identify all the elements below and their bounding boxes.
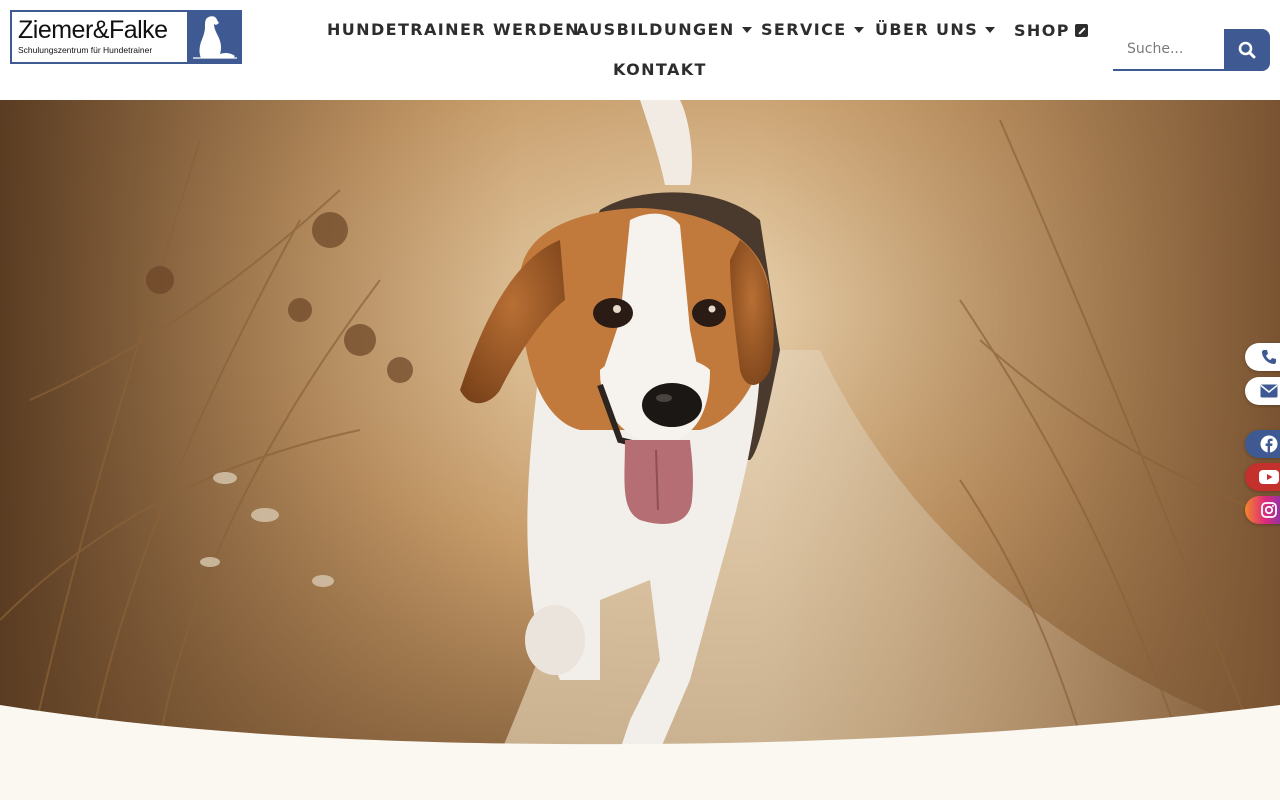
nav-label: Ausbildungen	[576, 20, 735, 39]
nav-label: Service	[761, 20, 847, 39]
logo-text: Ziemer&Falke Schulungszentrum für Hundet…	[12, 12, 187, 62]
nav-label: Hundetrainer werden	[327, 20, 580, 39]
nav-label: Kontakt	[613, 60, 707, 79]
side-youtube-button[interactable]	[1245, 463, 1280, 491]
external-link-icon	[1074, 24, 1088, 37]
nav-hundetrainer-werden[interactable]: Hundetrainer werden	[327, 20, 580, 39]
beagle-photo	[0, 100, 1280, 800]
instagram-icon	[1261, 502, 1277, 518]
nav-kontakt[interactable]: Kontakt	[613, 60, 707, 79]
logo-name: Ziemer&Falke	[18, 16, 168, 44]
nav-service[interactable]: Service	[761, 20, 864, 39]
side-phone-button[interactable]	[1245, 343, 1280, 371]
search-button[interactable]	[1224, 29, 1270, 71]
search-input[interactable]	[1113, 29, 1224, 71]
nav-ueber-uns[interactable]: Über uns	[875, 20, 996, 39]
logo-tagline: Schulungszentrum für Hundetrainer	[18, 45, 153, 55]
search-icon	[1238, 41, 1256, 59]
youtube-icon	[1259, 470, 1279, 484]
search-form	[1113, 29, 1270, 71]
side-email-button[interactable]	[1245, 377, 1280, 405]
nav-label: Shop	[1014, 21, 1070, 40]
nav-label: Über uns	[875, 20, 979, 39]
facebook-icon	[1260, 435, 1278, 453]
envelope-icon	[1260, 384, 1278, 398]
caret-down-icon	[985, 26, 996, 33]
hero-image	[0, 100, 1280, 800]
dog-logo-icon	[187, 12, 240, 62]
side-facebook-button[interactable]	[1245, 430, 1280, 458]
caret-down-icon	[741, 26, 752, 33]
caret-down-icon	[853, 26, 864, 33]
logo[interactable]: Ziemer&Falke Schulungszentrum für Hundet…	[10, 10, 242, 64]
site-header: Ziemer&Falke Schulungszentrum für Hundet…	[0, 0, 1280, 100]
nav-ausbildungen[interactable]: Ausbildungen	[576, 20, 752, 39]
side-instagram-button[interactable]	[1245, 496, 1280, 524]
phone-icon	[1262, 350, 1276, 364]
section-divider	[0, 705, 1280, 800]
nav-shop[interactable]: Shop	[1014, 21, 1088, 40]
